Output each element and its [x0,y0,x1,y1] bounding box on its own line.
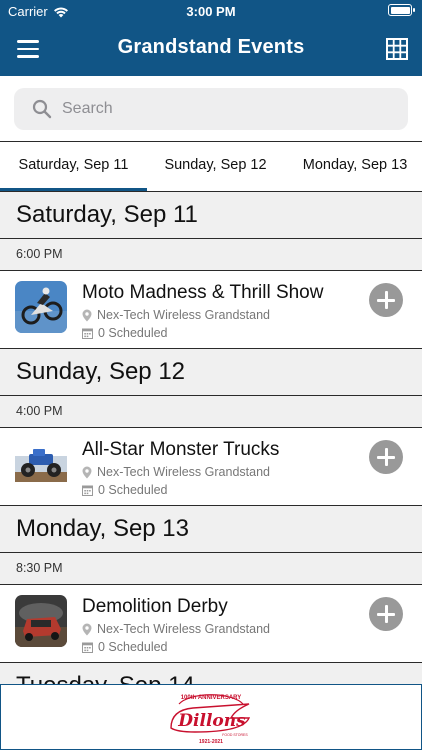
event-scheduled: 0 Scheduled [82,326,168,340]
navigation-bar: Grandstand Events [0,22,422,76]
event-scheduled: 0 Scheduled [82,640,168,654]
event-scheduled: 0 Scheduled [82,483,168,497]
status-time: 3:00 PM [186,4,236,19]
add-to-schedule-button[interactable] [369,283,403,317]
event-venue: Nex-Tech Wireless Grandstand [82,622,270,636]
day-section-header: Tuesday, Sep 14 [0,663,422,684]
status-bar: Carrier 3:00 PM [0,0,422,22]
event-venue: Nex-Tech Wireless Grandstand [82,465,270,479]
motocross-thumbnail [15,281,67,333]
time-slot-label: 6:00 PM [0,239,422,271]
sponsor-banner[interactable]: 100th ANNIVERSARY Dillons FOOD STORES 19… [0,684,422,750]
search-bar[interactable] [14,88,408,130]
location-pin-icon [82,309,92,321]
svg-text:1921-2021: 1921-2021 [199,739,223,745]
event-venue-label: Nex-Tech Wireless Grandstand [97,465,270,479]
day-tabs: Saturday, Sep 11 Sunday, Sep 12 Monday, … [0,141,422,192]
search-input[interactable] [62,88,392,130]
demolition-derby-thumbnail [15,595,67,647]
event-scheduled-label: 0 Scheduled [98,326,168,340]
event-title: Demolition Derby [82,596,228,617]
tab-sunday-sep-12[interactable]: Sunday, Sep 12 [147,142,284,191]
battery-icon [388,4,415,16]
location-pin-icon [82,466,92,478]
calendar-icon [82,328,93,339]
day-section-header: Saturday, Sep 11 [0,192,422,239]
calendar-icon [82,642,93,653]
dillons-logo: 100th ANNIVERSARY Dillons FOOD STORES 19… [170,694,251,745]
day-section-header: Sunday, Sep 12 [0,349,422,396]
calendar-grid-icon[interactable] [386,38,408,60]
event-scheduled-label: 0 Scheduled [98,640,168,654]
event-row[interactable]: Demolition Derby Nex-Tech Wireless Grand… [0,585,422,663]
location-pin-icon [82,623,92,635]
top-bar: Carrier 3:00 PM Grandstand Events [0,0,422,76]
event-title: All-Star Monster Trucks [82,439,280,460]
svg-text:FOOD STORES: FOOD STORES [222,733,248,737]
day-section-header: Monday, Sep 13 [0,506,422,553]
event-row[interactable]: All-Star Monster Trucks Nex-Tech Wireles… [0,428,422,506]
event-row[interactable]: Moto Madness & Thrill Show Nex-Tech Wire… [0,271,422,349]
tab-monday-sep-13[interactable]: Monday, Sep 13 [284,142,422,191]
event-scheduled-label: 0 Scheduled [98,483,168,497]
add-to-schedule-button[interactable] [369,440,403,474]
calendar-icon [82,485,93,496]
search-container [0,76,422,141]
svg-text:Dillons: Dillons [177,711,246,731]
add-to-schedule-button[interactable] [369,597,403,631]
search-icon [32,99,52,119]
svg-text:100th ANNIVERSARY: 100th ANNIVERSARY [181,695,242,701]
event-venue-label: Nex-Tech Wireless Grandstand [97,308,270,322]
page-title: Grandstand Events [117,36,305,58]
event-list[interactable]: Saturday, Sep 11 6:00 PM Moto Madness & … [0,192,422,684]
event-title: Moto Madness & Thrill Show [82,282,324,303]
event-venue: Nex-Tech Wireless Grandstand [82,308,270,322]
monster-truck-thumbnail [15,438,67,490]
time-slot-label: 8:30 PM [0,553,422,585]
tab-saturday-sep-11[interactable]: Saturday, Sep 11 [0,142,147,191]
event-venue-label: Nex-Tech Wireless Grandstand [97,622,270,636]
time-slot-label: 4:00 PM [0,396,422,428]
